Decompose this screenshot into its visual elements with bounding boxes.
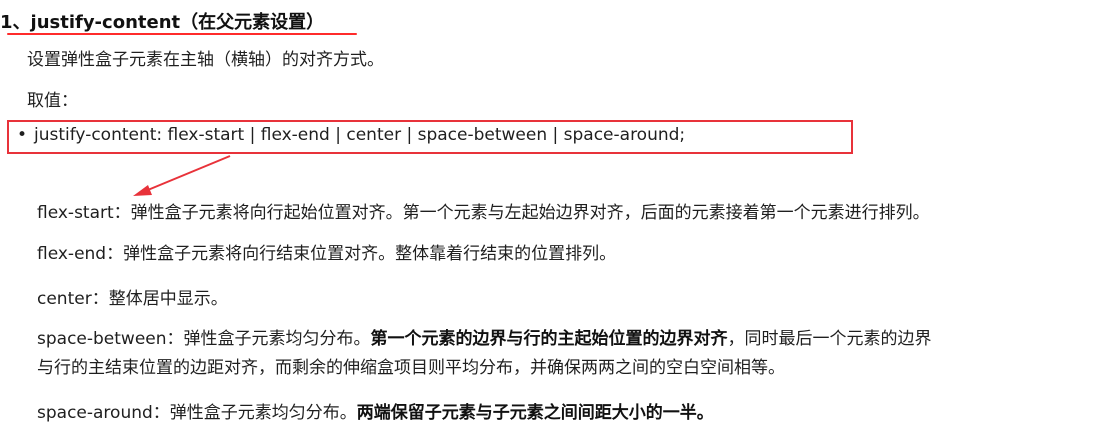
desc-space-between-line2: 与行的主结束位置的边距对齐，而剩余的伸缩盒项目则平均分布，并确保两两之间的空白空… xyxy=(37,353,785,378)
desc-flex-end: flex-end：弹性盒子元素将向行结束位置对齐。整体靠着行结束的位置排列。 xyxy=(37,239,616,264)
desc-space-between: space-between：弹性盒子元素均匀分布。第一个元素的边界与行的主起始位… xyxy=(37,324,932,349)
desc-space-between-text: ：弹性盒子元素均匀分布。 xyxy=(166,329,371,349)
desc-space-around-bold: 两端保留子元素与子元素之间间距大小的一半。 xyxy=(356,403,714,423)
desc-center-text: ：整体居中显示。 xyxy=(91,289,228,309)
desc-flex-end-text: ：弹性盒子元素将向行结束位置对齐。整体靠着行结束的位置排列。 xyxy=(106,244,617,264)
desc-center: center：整体居中显示。 xyxy=(37,284,228,309)
term-space-between: space-between xyxy=(37,329,167,349)
term-center: center xyxy=(37,289,92,309)
desc-flex-start: flex-start：弹性盒子元素将向行起始位置对齐。第一个元素与左起始边界对齐… xyxy=(37,198,930,223)
desc-space-around: space-around：弹性盒子元素均匀分布。两端保留子元素与子元素之间间距大… xyxy=(37,398,714,423)
arrow-head xyxy=(133,185,152,196)
desc-space-around-text: ：弹性盒子元素均匀分布。 xyxy=(152,403,357,423)
desc-flex-start-text: ：弹性盒子元素将向行起始位置对齐。第一个元素与左起始边界对齐，后面的元素接着第一… xyxy=(113,203,930,223)
desc-space-between-tail: ，同时最后一个元素的边界 xyxy=(727,329,932,349)
term-flex-start: flex-start xyxy=(37,203,114,223)
desc-space-between-line2-text: 与行的主结束位置的边距对齐，而剩余的伸缩盒项目则平均分布，并确保两两之间的空白空… xyxy=(37,358,785,378)
term-space-around: space-around xyxy=(37,403,153,423)
desc-space-between-bold: 第一个元素的边界与行的主起始位置的边界对齐 xyxy=(370,329,728,349)
term-flex-end: flex-end xyxy=(37,244,107,264)
arrow-shaft xyxy=(142,155,231,193)
document-page: 1、justify-content（在父元素设置） 设置弹性盒子元素在主轴（横轴… xyxy=(0,0,1107,427)
